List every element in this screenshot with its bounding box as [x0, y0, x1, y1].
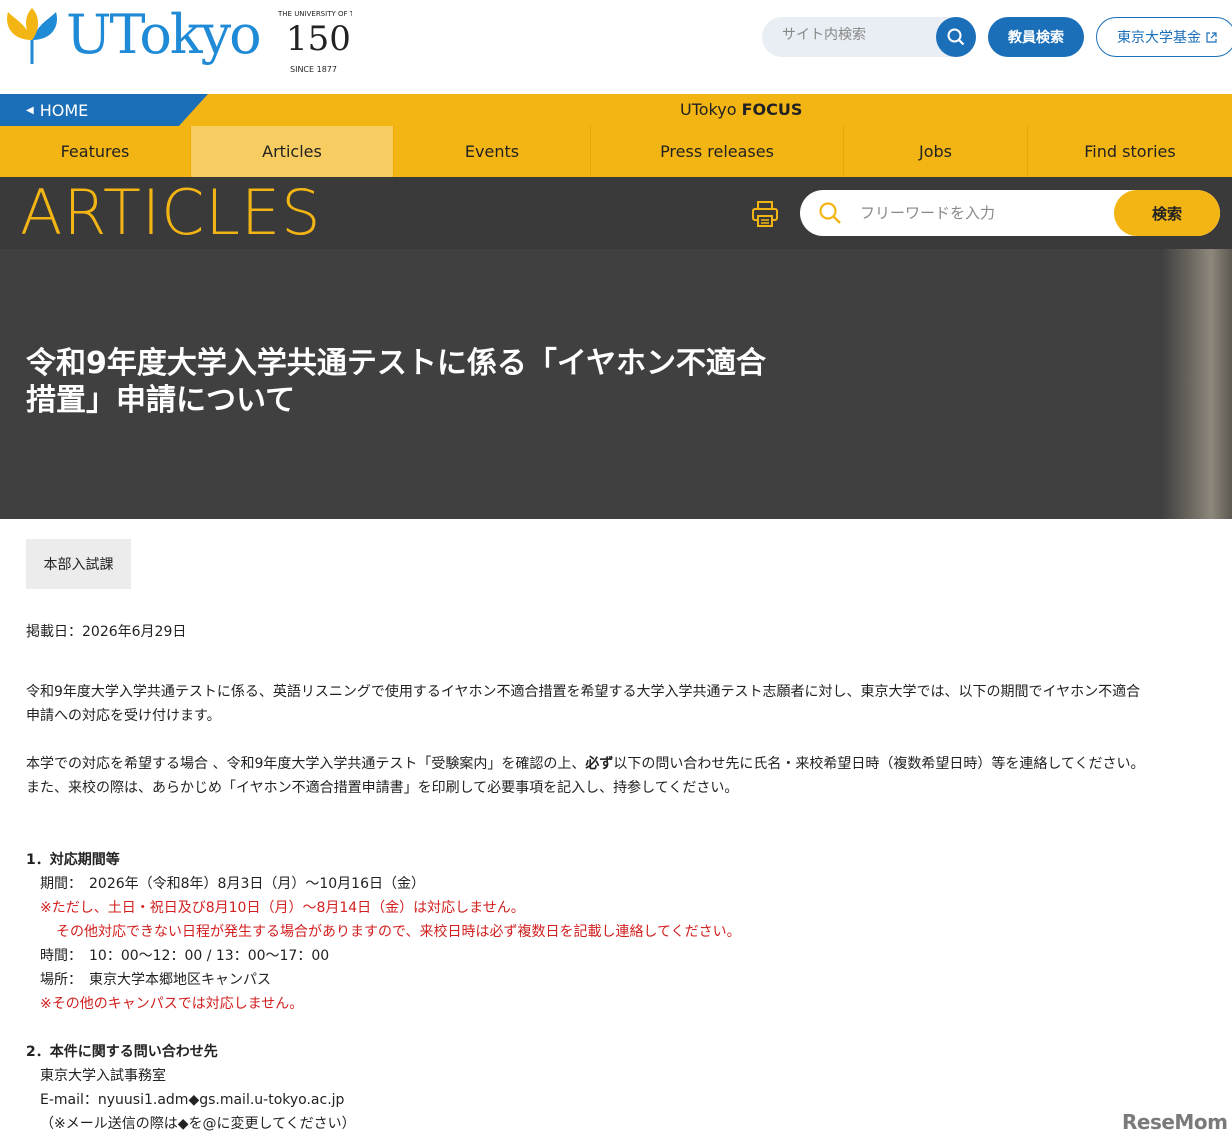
- main-nav: Features Articles Events Press releases …: [0, 126, 1232, 177]
- article-hero: 令和9年度大学入学共通テストに係る「イヤホン不適合 措置」申請について: [0, 249, 1232, 519]
- intro-line2: 申請への対応を受け付けます。: [26, 708, 221, 724]
- utokyo-focus-title[interactable]: UTokyo FOCUS: [680, 94, 802, 126]
- print-icon[interactable]: [750, 199, 780, 229]
- instruction-bold: 必ず: [585, 756, 614, 772]
- external-link-icon: [1206, 31, 1217, 43]
- nav-jobs[interactable]: Jobs: [844, 126, 1028, 177]
- badge-bottom-text: SINCE 1877: [290, 65, 337, 74]
- site-search-button[interactable]: [936, 17, 976, 57]
- home-link[interactable]: ◀ HOME: [0, 94, 208, 126]
- section1-heading: 1．対応期間等: [26, 852, 120, 868]
- faculty-search-button[interactable]: 教員検索: [988, 17, 1084, 57]
- nav-events[interactable]: Events: [394, 126, 591, 177]
- intro-line1: 令和9年度大学入学共通テストに係る、英語リスニングで使用するイヤホン不適合措置を…: [26, 684, 1141, 700]
- fund-link-label: 東京大学基金: [1117, 30, 1201, 46]
- article-search-box: 検索: [800, 190, 1220, 236]
- resemom-watermark: ReseMom: [1122, 1110, 1228, 1134]
- article-title: 令和9年度大学入学共通テストに係る「イヤホン不適合 措置」申請について: [26, 345, 786, 419]
- chevron-left-icon: ◀: [26, 104, 34, 116]
- place-text: 場所： 東京大学本郷地区キャンパス: [40, 972, 271, 988]
- search-icon: [819, 202, 841, 224]
- focus-prefix: UTokyo: [680, 100, 742, 119]
- article-search-input[interactable]: [860, 204, 1090, 222]
- site-search-box: [762, 17, 976, 57]
- articles-band: ARTICLES 検索: [0, 177, 1232, 249]
- article-search-button[interactable]: 検索: [1114, 190, 1220, 236]
- period-note2: その他対応できない日程が発生する場合がありますので、来校日時は必ず複数日を記載し…: [56, 924, 741, 940]
- nav-find-stories[interactable]: Find stories: [1028, 126, 1232, 177]
- instruction-post: 以下の問い合わせ先に氏名・来校希望日時（複数希望日時）等を連絡してください。: [613, 756, 1145, 772]
- home-label: HOME: [39, 100, 89, 120]
- instruction-line2: また、来校の際は、あらかじめ「イヤホン不適合措置申請書」を印刷して必要事項を記入…: [26, 780, 739, 796]
- fund-link-button[interactable]: 東京大学基金: [1096, 17, 1232, 57]
- section2-heading: 2．本件に関する問い合わせ先: [26, 1044, 218, 1060]
- brand-wordmark[interactable]: UTokyo: [66, 4, 262, 66]
- place-note: ※その他のキャンパスでは対応しません。: [40, 996, 304, 1012]
- contact-email: E-mail：nyuusi1.adm◆gs.mail.u-tokyo.ac.jp: [40, 1092, 345, 1108]
- article-title-line2: 措置」申請について: [26, 383, 296, 418]
- ginkgo-logo-icon[interactable]: [2, 6, 62, 66]
- nav-press-releases[interactable]: Press releases: [591, 126, 844, 177]
- site-search-input[interactable]: [782, 27, 932, 43]
- badge-top-text: THE UNIVERSITY OF TOKYO: [277, 10, 352, 18]
- nav-features[interactable]: Features: [0, 126, 191, 177]
- contact-note: （※メール送信の際は◆を@に変更してください）: [40, 1116, 356, 1132]
- publish-date: 掲載日：2026年6月29日: [26, 624, 187, 640]
- time-text: 時間： 10：00～12：00 / 13：00～17：00: [40, 948, 330, 964]
- instruction-pre: 本学での対応を希望する場合 、令和9年度大学入学共通テスト「受験案内」を確認の上…: [26, 756, 586, 772]
- anniversary-150-badge: 150 THE UNIVERSITY OF TOKYO SINCE 1877: [277, 10, 352, 74]
- nav-articles[interactable]: Articles: [191, 126, 394, 177]
- contact-office: 東京大学入試事務室: [40, 1068, 166, 1084]
- period-text: 期間： 2026年（令和8年）8月3日（月）～10月16日（金）: [40, 876, 425, 892]
- period-note1: ※ただし、土日・祝日及び8月10日（月）～8月14日（金）は対応しません。: [40, 900, 525, 916]
- articles-heading: ARTICLES: [20, 176, 322, 249]
- hero-background-image: [1162, 249, 1232, 519]
- search-icon: [947, 28, 965, 46]
- focus-bold: FOCUS: [741, 100, 803, 119]
- focus-topbar: ◀ HOME UTokyo FOCUS: [0, 94, 1232, 126]
- article-title-line1: 令和9年度大学入学共通テストに係る「イヤホン不適合: [26, 346, 766, 381]
- instruction-line1: 本学での対応を希望する場合 、令和9年度大学入学共通テスト「受験案内」を確認の上…: [26, 752, 1226, 776]
- badge-number: 150: [286, 19, 351, 59]
- article-body: 掲載日：2026年6月29日 令和9年度大学入学共通テストに係る、英語リスニング…: [26, 620, 1226, 1136]
- site-header: UTokyo 150 THE UNIVERSITY OF TOKYO SINCE…: [0, 0, 1232, 94]
- department-tag[interactable]: 本部入試課: [26, 539, 131, 589]
